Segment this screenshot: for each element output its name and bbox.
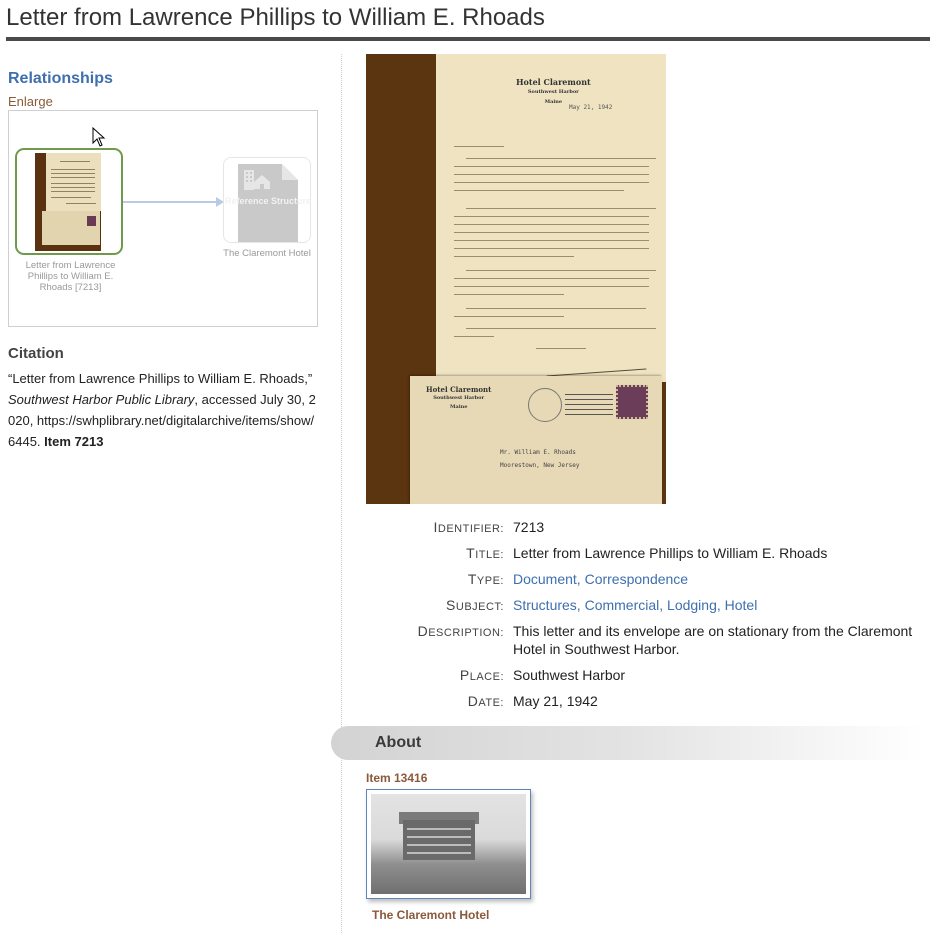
metadata-label: Subject: [446, 597, 504, 613]
letter-image[interactable]: Hotel Claremont Southwest Harbor Maine May… [366, 54, 666, 504]
hotel-photo [371, 794, 526, 894]
related-item-thumbnail[interactable] [366, 789, 531, 899]
page-title: Letter from Lawrence Phillips to William… [6, 4, 545, 31]
metadata-value: May 21, 1942 [513, 693, 598, 709]
metadata-label: Description: [417, 623, 504, 639]
metadata-value: 7213 [513, 519, 545, 535]
metadata-label: Place: [459, 667, 504, 683]
subject-link[interactable]: Structures, Commercial, Lodging, Hotel [513, 596, 923, 614]
relationship-node-letter[interactable] [15, 148, 123, 255]
letter-page: Hotel Claremont Southwest Harbor Maine May… [436, 54, 666, 382]
column-divider [341, 54, 342, 933]
related-item-title-link[interactable]: The Claremont Hotel [372, 908, 489, 922]
relationships-heading: Relationships [8, 70, 113, 87]
postmark [528, 388, 562, 422]
reference-structure-icon: Reference Structure [225, 164, 311, 242]
metadata-value: Southwest Harbor [513, 667, 626, 683]
metadata-label: Identifier: [433, 519, 504, 535]
metadata-value: This letter and its envelope are on stat… [513, 623, 913, 657]
related-item-label[interactable]: Item 13416 [366, 771, 427, 785]
svg-text:Reference Structure: Reference Structure [225, 196, 311, 206]
metadata-value: Letter from Lawrence Phillips to William… [513, 545, 828, 561]
relationships-graph[interactable]: Letter from Lawrence Phillips to William… [8, 110, 318, 327]
type-link[interactable]: Document, Correspondence [513, 570, 923, 588]
metadata-label: Type: [467, 571, 504, 587]
metadata-label: Title: [466, 545, 504, 561]
letter-thumbnail [35, 153, 101, 251]
relationship-arrow [123, 201, 221, 203]
enlarge-link[interactable]: Enlarge [8, 94, 53, 109]
about-heading: About [375, 734, 422, 751]
envelope: Hotel Claremont Southwest Harbor Maine Mr.… [410, 376, 662, 504]
about-section-header: About [331, 726, 925, 760]
title-rule [6, 37, 930, 41]
mouse-cursor-icon [92, 127, 106, 147]
postage-stamp [616, 385, 648, 419]
relationship-node-reference-label: The Claremont Hotel [223, 248, 311, 259]
relationship-node-letter-label: Letter from Lawrence Phillips to William… [25, 260, 116, 293]
metadata-label: Date: [467, 693, 504, 709]
citation-heading: Citation [8, 345, 64, 362]
citation-text: “Letter from Lawrence Phillips to Willia… [8, 371, 316, 449]
relationship-node-reference[interactable]: Reference Structure [223, 157, 311, 243]
